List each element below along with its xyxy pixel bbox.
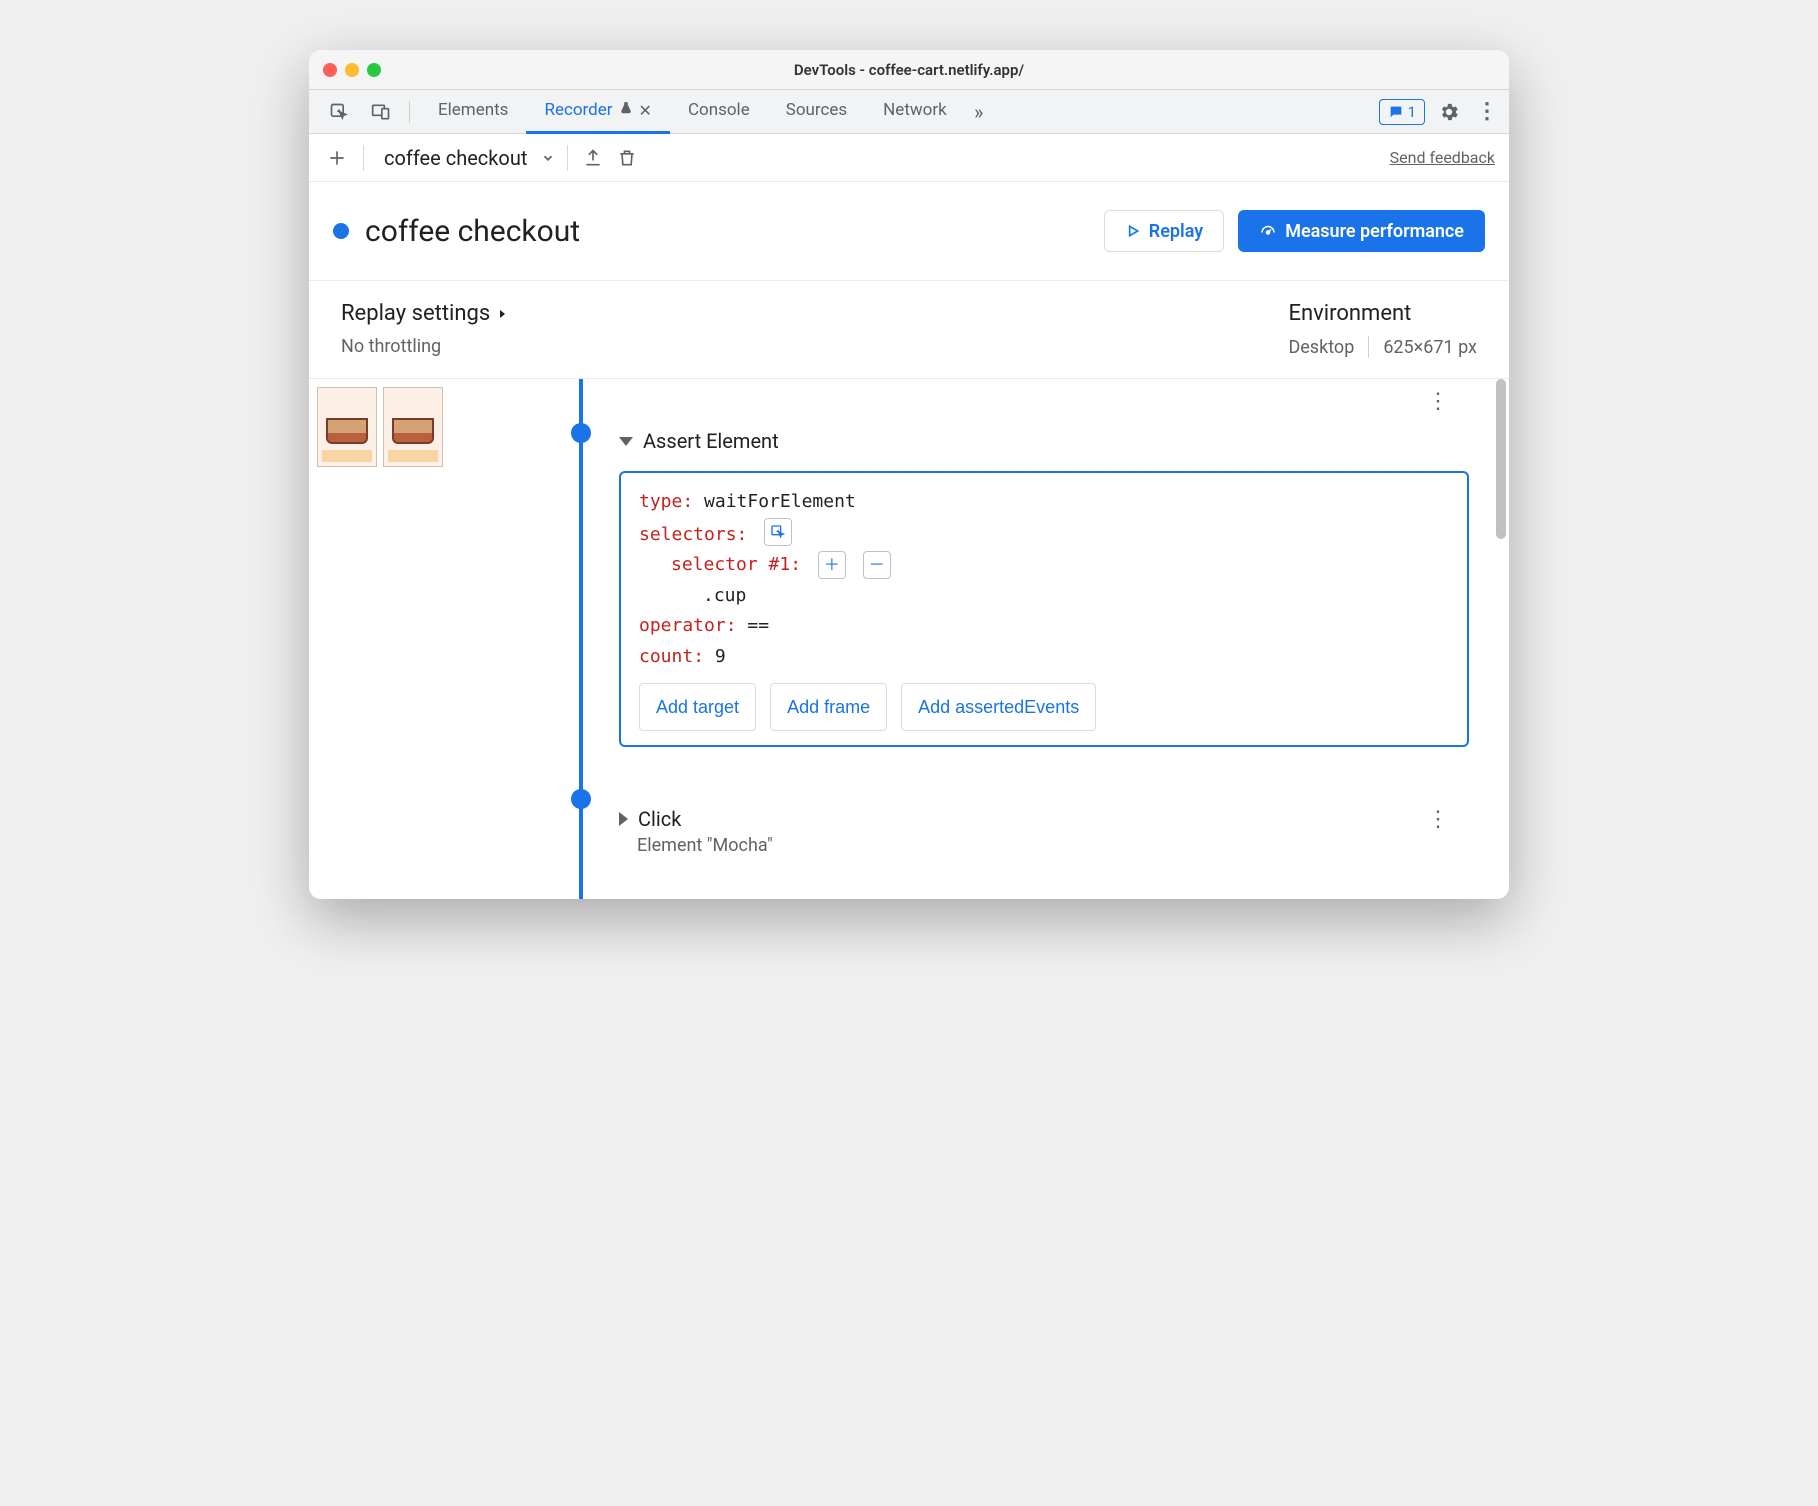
device-toggle-icon[interactable] <box>367 98 395 126</box>
kv-val-count[interactable]: 9 <box>715 646 726 667</box>
recording-status-dot <box>333 223 349 239</box>
chat-icon <box>1388 104 1404 120</box>
window-title: DevTools - coffee-cart.netlify.app/ <box>794 61 1024 79</box>
recording-select[interactable]: coffee checkout <box>384 146 555 170</box>
divider <box>409 101 410 123</box>
inspect-icon[interactable] <box>325 98 353 126</box>
replay-settings-label: Replay settings <box>341 301 490 326</box>
tab-recorder[interactable]: Recorder ✕ <box>526 90 669 134</box>
add-asserted-events-button[interactable]: Add assertedEvents <box>901 683 1096 732</box>
environment-dimensions: 625×671 px <box>1383 337 1477 358</box>
export-icon[interactable] <box>580 145 606 171</box>
kv-val-operator[interactable]: == <box>747 615 769 636</box>
environment-device: Desktop <box>1288 337 1354 358</box>
more-menu-icon[interactable]: ⋮ <box>1473 98 1501 126</box>
add-selector-button[interactable]: ＋ <box>818 551 846 579</box>
kv-val-type[interactable]: waitForElement <box>704 491 856 512</box>
thumbnail[interactable] <box>383 387 443 467</box>
replay-button-label: Replay <box>1149 221 1203 242</box>
step-subtitle: Element "Mocha" <box>637 835 1469 856</box>
play-icon <box>1125 223 1141 239</box>
step-menu-icon[interactable]: ⋮ <box>1427 807 1449 832</box>
throttling-value: No throttling <box>341 336 508 357</box>
tab-network[interactable]: Network <box>865 90 965 134</box>
zoom-window-button[interactable] <box>367 63 381 77</box>
step-title: Assert Element <box>643 429 779 453</box>
environment-label: Environment <box>1288 301 1477 326</box>
more-tabs-icon[interactable]: » <box>965 98 993 126</box>
close-tab-icon[interactable]: ✕ <box>639 101 652 120</box>
kv-key-type: type <box>639 491 682 512</box>
tab-elements[interactable]: Elements <box>420 90 526 134</box>
divider <box>1368 336 1369 358</box>
chevron-right-icon <box>496 301 508 326</box>
send-feedback-link[interactable]: Send feedback <box>1390 148 1495 167</box>
tab-console[interactable]: Console <box>670 90 768 134</box>
delete-icon[interactable] <box>614 145 640 171</box>
pick-selector-icon[interactable] <box>764 518 792 546</box>
tab-sources[interactable]: Sources <box>768 90 865 134</box>
close-window-button[interactable] <box>323 63 337 77</box>
measure-performance-button[interactable]: Measure performance <box>1238 210 1485 252</box>
add-recording-button[interactable] <box>323 144 351 172</box>
settings-band: Replay settings No throttling Environmen… <box>309 281 1509 379</box>
step-expand-toggle[interactable] <box>619 812 628 826</box>
recording-header: coffee checkout Replay Measure performan… <box>309 182 1509 281</box>
step-menu-icon[interactable]: ⋮ <box>1427 389 1449 414</box>
kv-key-selector1: selector #1 <box>671 554 790 575</box>
timeline-content: ⋮ Assert Element type: waitForElement se… <box>309 379 1509 899</box>
remove-selector-button[interactable]: － <box>863 551 891 579</box>
panel-tabstrip: Elements Recorder ✕ Console Sources Netw… <box>309 90 1509 134</box>
timeline-node <box>571 789 591 809</box>
tab-recorder-label: Recorder <box>544 100 612 120</box>
replay-button[interactable]: Replay <box>1104 210 1224 252</box>
add-frame-button[interactable]: Add frame <box>770 683 887 732</box>
gauge-icon <box>1259 222 1277 240</box>
recorder-toolbar: coffee checkout Send feedback <box>309 134 1509 182</box>
measure-performance-label: Measure performance <box>1285 221 1464 242</box>
replay-settings-toggle[interactable]: Replay settings <box>341 301 508 326</box>
settings-icon[interactable] <box>1435 98 1463 126</box>
selector-value[interactable]: .cup <box>703 585 746 606</box>
titlebar: DevTools - coffee-cart.netlify.app/ <box>309 50 1509 90</box>
step-editor-panel: type: waitForElement selectors: selector… <box>619 471 1469 747</box>
issues-count: 1 <box>1408 103 1416 121</box>
divider <box>363 145 364 171</box>
step-thumbnails <box>309 379 459 899</box>
scrollbar-thumb[interactable] <box>1496 379 1506 539</box>
devtools-window: DevTools - coffee-cart.netlify.app/ Elem… <box>309 50 1509 899</box>
divider <box>567 145 568 171</box>
recording-title: coffee checkout <box>365 214 580 249</box>
issues-badge[interactable]: 1 <box>1379 99 1425 125</box>
add-target-button[interactable]: Add target <box>639 683 756 732</box>
chevron-down-icon <box>541 146 555 170</box>
timeline-rail <box>579 379 583 899</box>
kv-key-selectors: selectors <box>639 524 737 545</box>
step-collapse-toggle[interactable] <box>619 437 633 446</box>
kv-key-count: count <box>639 646 693 667</box>
timeline-node <box>571 423 591 443</box>
traffic-lights <box>309 63 381 77</box>
step-title: Click <box>638 807 681 831</box>
kv-key-operator: operator <box>639 615 726 636</box>
thumbnail[interactable] <box>317 387 377 467</box>
minimize-window-button[interactable] <box>345 63 359 77</box>
flask-icon <box>619 100 633 120</box>
recording-select-value: coffee checkout <box>384 146 527 170</box>
